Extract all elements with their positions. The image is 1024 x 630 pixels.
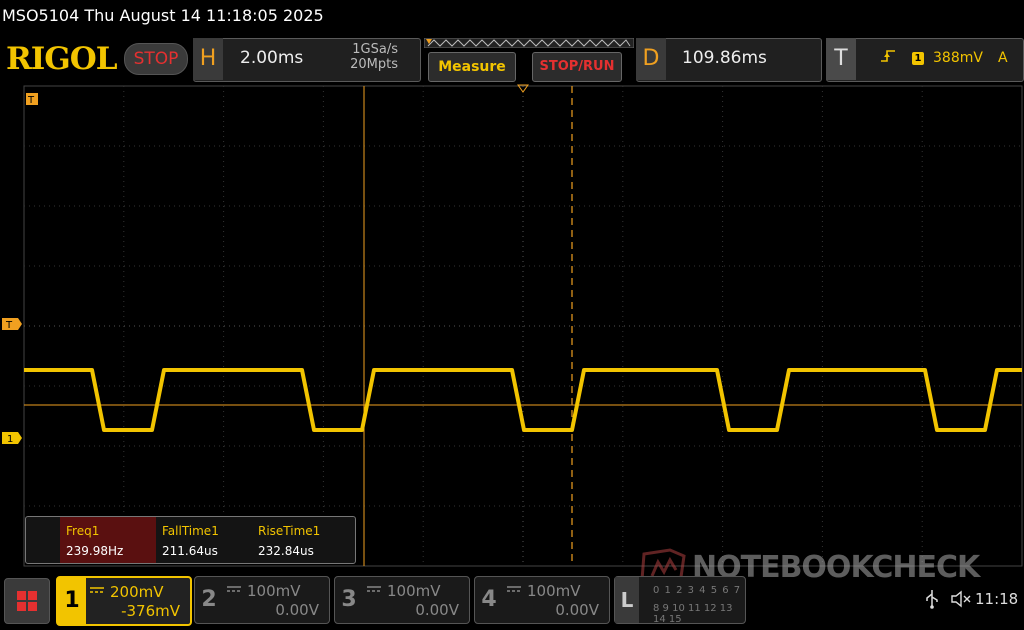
measurement-value: 239.98Hz bbox=[66, 544, 124, 558]
dc-coupling-icon bbox=[227, 586, 241, 592]
menu-grid-icon bbox=[17, 591, 37, 611]
memory-depth: 20Mpts bbox=[350, 57, 398, 72]
delay-value: 109.86ms bbox=[682, 48, 767, 68]
sample-rate: 1GSa/s bbox=[352, 42, 398, 57]
channel-1-box[interactable]: 1 200mV -376mV bbox=[56, 576, 192, 626]
waveform-position-strip bbox=[424, 38, 634, 48]
usb-icon bbox=[926, 590, 938, 609]
stop-run-button[interactable]: STOP/RUN bbox=[532, 52, 622, 82]
timebase-value: 2.00ms bbox=[240, 48, 304, 68]
grid-lines bbox=[24, 86, 1022, 566]
rising-edge-icon bbox=[881, 50, 895, 62]
model-datetime: MSO5104 Thu August 14 11:18:05 2025 bbox=[2, 6, 324, 25]
channel-4-box[interactable]: 4 100mV 0.00V bbox=[474, 576, 610, 624]
measurement-value: 211.64us bbox=[162, 544, 218, 558]
channel-offset: 0.00V bbox=[275, 601, 319, 619]
channel-number: 1 bbox=[58, 578, 86, 624]
svg-text:T: T bbox=[5, 320, 13, 331]
channel-offset: -376mV bbox=[121, 602, 180, 620]
run-state-badge[interactable]: STOP bbox=[124, 43, 188, 75]
channel-scale: 100mV bbox=[387, 582, 441, 600]
measurement-name: RiseTime1 bbox=[258, 524, 321, 538]
dc-coupling-icon bbox=[90, 587, 104, 593]
trigger-level: 388mV bbox=[933, 50, 983, 66]
channel-scale: 100mV bbox=[247, 582, 301, 600]
clock: 11:18 bbox=[975, 590, 1019, 608]
logic-letter: L bbox=[615, 577, 639, 623]
trigger-mode: A bbox=[998, 50, 1008, 66]
channel-offset: 0.00V bbox=[555, 601, 599, 619]
dc-coupling-icon bbox=[367, 586, 381, 592]
top-trigger-marker: T bbox=[26, 93, 38, 106]
home-menu-button[interactable] bbox=[4, 578, 50, 624]
ch1-waveform bbox=[24, 368, 1022, 432]
channel-scale: 100mV bbox=[527, 582, 581, 600]
measurement-panel[interactable]: Freq1 239.98Hz FallTime1 211.64us RiseTi… bbox=[25, 516, 356, 564]
svg-text:1: 1 bbox=[7, 434, 13, 445]
svg-text:T: T bbox=[27, 95, 35, 106]
measurement-name: Freq1 bbox=[66, 524, 100, 538]
channel-number: 4 bbox=[481, 587, 497, 612]
measure-button[interactable]: Measure bbox=[428, 52, 516, 82]
channel-offset: 0.00V bbox=[415, 601, 459, 619]
measurement-risetime[interactable]: RiseTime1 232.84us bbox=[252, 517, 348, 563]
channel-number: 2 bbox=[201, 587, 217, 612]
trigger-source-badge: 1 bbox=[912, 52, 924, 65]
waveform-display[interactable]: 1 T T bbox=[0, 84, 1024, 568]
logic-channels-row-1: 0 1 2 3 4 5 6 7 bbox=[653, 585, 742, 596]
measurement-freq[interactable]: Freq1 239.98Hz bbox=[60, 517, 156, 563]
channel-scale: 200mV bbox=[110, 583, 164, 601]
ch1-marker: 1 bbox=[2, 432, 22, 445]
trigger-letter: T bbox=[826, 38, 856, 80]
dc-coupling-icon bbox=[507, 586, 521, 592]
measurement-name: FallTime1 bbox=[162, 524, 219, 538]
delay-letter: D bbox=[636, 38, 666, 80]
trigger-level-marker: T bbox=[2, 318, 22, 331]
logic-analyzer-box[interactable]: L 0 1 2 3 4 5 6 7 8 9 10 11 12 13 14 15 bbox=[614, 576, 746, 625]
logic-channels-row-2: 8 9 10 11 12 13 14 15 bbox=[653, 603, 733, 625]
rigol-logo: RIGOL bbox=[6, 41, 118, 77]
channel-2-box[interactable]: 2 100mV 0.00V bbox=[194, 576, 330, 624]
horizontal-letter: H bbox=[193, 38, 223, 80]
speaker-muted-icon[interactable] bbox=[950, 590, 972, 608]
channel-3-box[interactable]: 3 100mV 0.00V bbox=[334, 576, 470, 624]
measurement-falltime[interactable]: FallTime1 211.64us bbox=[156, 517, 252, 563]
measurement-value: 232.84us bbox=[258, 544, 314, 558]
channel-number: 3 bbox=[341, 587, 357, 612]
title-bar: MSO5104 Thu August 14 11:18:05 2025 bbox=[0, 0, 1024, 36]
